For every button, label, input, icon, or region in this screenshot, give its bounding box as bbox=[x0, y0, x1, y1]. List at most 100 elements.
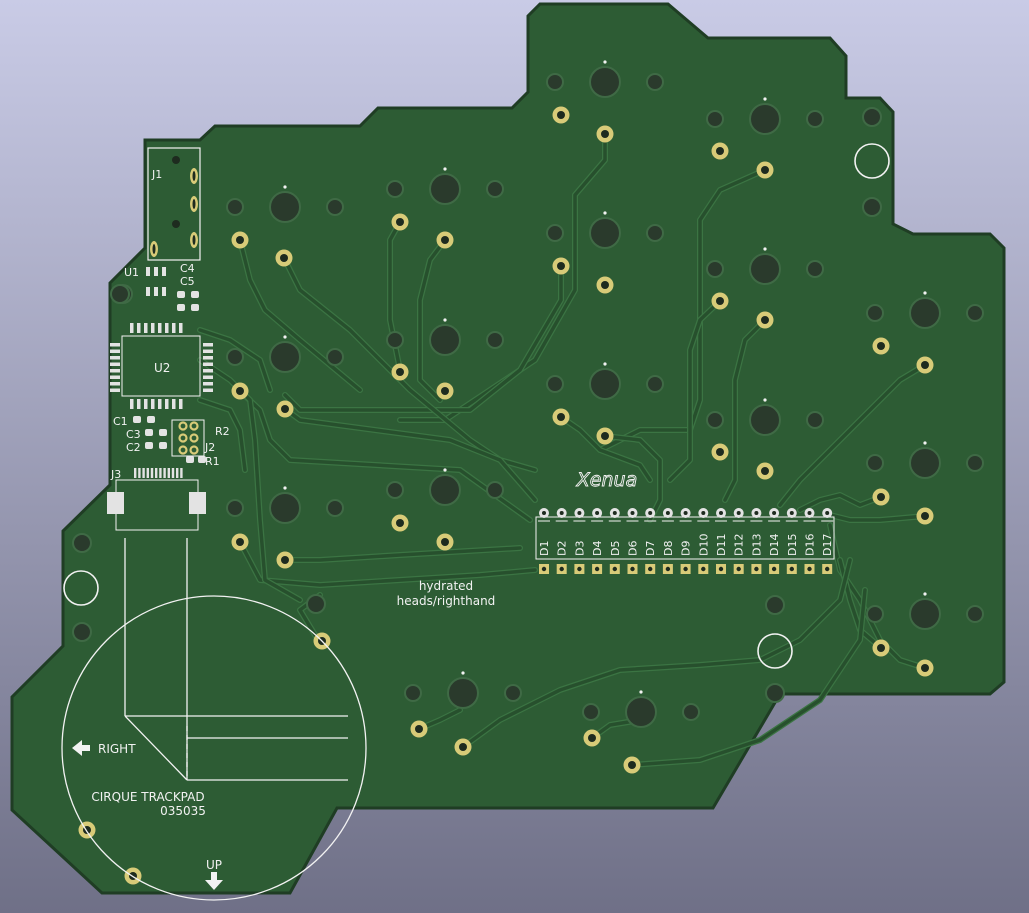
switch-marker bbox=[923, 441, 927, 445]
switch-marker bbox=[923, 291, 927, 295]
switch-center-hole bbox=[589, 368, 621, 400]
diode-label: D3 bbox=[573, 541, 586, 556]
u2-pin bbox=[165, 399, 169, 409]
diode-pad-hole bbox=[665, 511, 670, 515]
switch-center-hole bbox=[269, 341, 301, 373]
switch-pad-hole bbox=[921, 664, 929, 672]
diode-pad-hole bbox=[825, 566, 830, 572]
switch-pad-hole bbox=[761, 316, 769, 324]
u2-pin bbox=[203, 388, 213, 392]
diode-pad-hole bbox=[630, 566, 635, 572]
switch-peg-hole bbox=[546, 375, 564, 393]
switch-center-hole bbox=[749, 253, 781, 285]
switch-marker bbox=[763, 398, 767, 402]
switch-pad-hole bbox=[761, 467, 769, 475]
switch-pad-hole bbox=[459, 743, 467, 751]
switch-peg-hole bbox=[226, 198, 244, 216]
diode-pad-hole bbox=[665, 566, 671, 572]
u2-pin bbox=[179, 323, 183, 333]
diode-pad-hole bbox=[683, 511, 688, 515]
diode-pad-hole bbox=[701, 566, 706, 572]
switch-marker bbox=[923, 592, 927, 596]
u2-pin bbox=[130, 323, 134, 333]
switch-pad-hole bbox=[236, 387, 244, 395]
u2-pin bbox=[110, 375, 120, 379]
switch-peg-hole bbox=[326, 348, 344, 366]
u2-pin bbox=[158, 323, 162, 333]
switch-peg-hole bbox=[806, 260, 824, 278]
switch-marker bbox=[283, 335, 287, 339]
diode-label: D11 bbox=[715, 534, 728, 556]
usb-pin bbox=[146, 468, 149, 478]
switch-peg-hole bbox=[866, 605, 884, 623]
u2-pin bbox=[172, 399, 176, 409]
switch-center-hole bbox=[589, 217, 621, 249]
usb-pin bbox=[171, 468, 175, 478]
switch-pad-hole bbox=[236, 236, 244, 244]
switch-peg-hole bbox=[706, 411, 724, 429]
diode-pad-hole bbox=[807, 566, 812, 572]
diode-label: D14 bbox=[768, 534, 781, 556]
switch-peg-hole bbox=[226, 348, 244, 366]
switch-marker bbox=[283, 486, 287, 490]
diode-pad-hole bbox=[789, 511, 794, 515]
mounting-pin-hole bbox=[765, 683, 785, 703]
switch-peg-hole bbox=[806, 110, 824, 128]
switch-center-hole bbox=[909, 447, 941, 479]
designator-c3: C3 bbox=[126, 428, 141, 441]
diode-pad-hole bbox=[772, 511, 777, 515]
u2-pin bbox=[151, 399, 155, 409]
switch-marker bbox=[443, 468, 447, 472]
usb-pin bbox=[176, 468, 179, 478]
switch-peg-hole bbox=[386, 481, 404, 499]
diode-pad-hole bbox=[577, 511, 582, 515]
usb-pin bbox=[163, 468, 166, 478]
diode-pad-hole bbox=[736, 511, 741, 515]
u2-pin bbox=[110, 388, 120, 392]
switch-peg-hole bbox=[486, 180, 504, 198]
switch-peg-hole bbox=[326, 499, 344, 517]
u2-pin bbox=[110, 343, 120, 347]
u2-pin bbox=[110, 362, 120, 366]
switch-pad-hole bbox=[281, 405, 289, 413]
u2-pin bbox=[137, 323, 141, 333]
pcb-3d-viewer[interactable]: J1 U1 C4 C5 U2 C1 C3 C2 R2 J2 R1 J3 Xenu… bbox=[0, 0, 1029, 913]
switch-center-hole bbox=[909, 598, 941, 630]
diode-pad-hole bbox=[541, 566, 547, 572]
switch-pad-hole bbox=[557, 413, 565, 421]
designator-j3: J3 bbox=[110, 468, 121, 481]
u2-pin bbox=[203, 369, 213, 373]
u2-pin bbox=[110, 356, 120, 360]
diode-pad-hole bbox=[612, 566, 617, 572]
mounting-pin-hole bbox=[72, 533, 92, 553]
switch-peg-hole bbox=[486, 331, 504, 349]
mounting-pin-hole bbox=[862, 107, 882, 127]
diode-pad-hole bbox=[789, 566, 794, 572]
switch-pad-hole bbox=[557, 262, 565, 270]
diode-label: D6 bbox=[627, 541, 640, 556]
diode-label: D15 bbox=[786, 534, 799, 556]
trackpad-right-label: RIGHT bbox=[98, 742, 136, 756]
switch-peg-hole bbox=[386, 180, 404, 198]
switch-center-hole bbox=[269, 191, 301, 223]
switch-center-hole bbox=[749, 103, 781, 135]
logo-text: Xenua bbox=[576, 469, 637, 491]
switch-marker bbox=[443, 318, 447, 322]
switch-peg-hole bbox=[546, 73, 564, 91]
mounting-pin-hole bbox=[306, 594, 326, 614]
u2-pin bbox=[110, 349, 120, 353]
switch-marker bbox=[639, 690, 643, 694]
diode-pad-hole bbox=[719, 511, 723, 515]
trackpad-up-label: UP bbox=[206, 858, 222, 872]
switch-peg-hole bbox=[486, 481, 504, 499]
u2-pin bbox=[165, 323, 169, 333]
usb-pin bbox=[159, 468, 162, 478]
switch-peg-hole bbox=[706, 260, 724, 278]
diode-pad-hole bbox=[771, 566, 777, 572]
switch-pad-hole bbox=[628, 761, 636, 769]
usb-pin bbox=[155, 468, 158, 478]
usb-pin bbox=[150, 468, 154, 478]
diode-label: D8 bbox=[662, 541, 675, 556]
designator-c1: C1 bbox=[113, 415, 128, 428]
mounting-pin-hole bbox=[765, 595, 785, 615]
